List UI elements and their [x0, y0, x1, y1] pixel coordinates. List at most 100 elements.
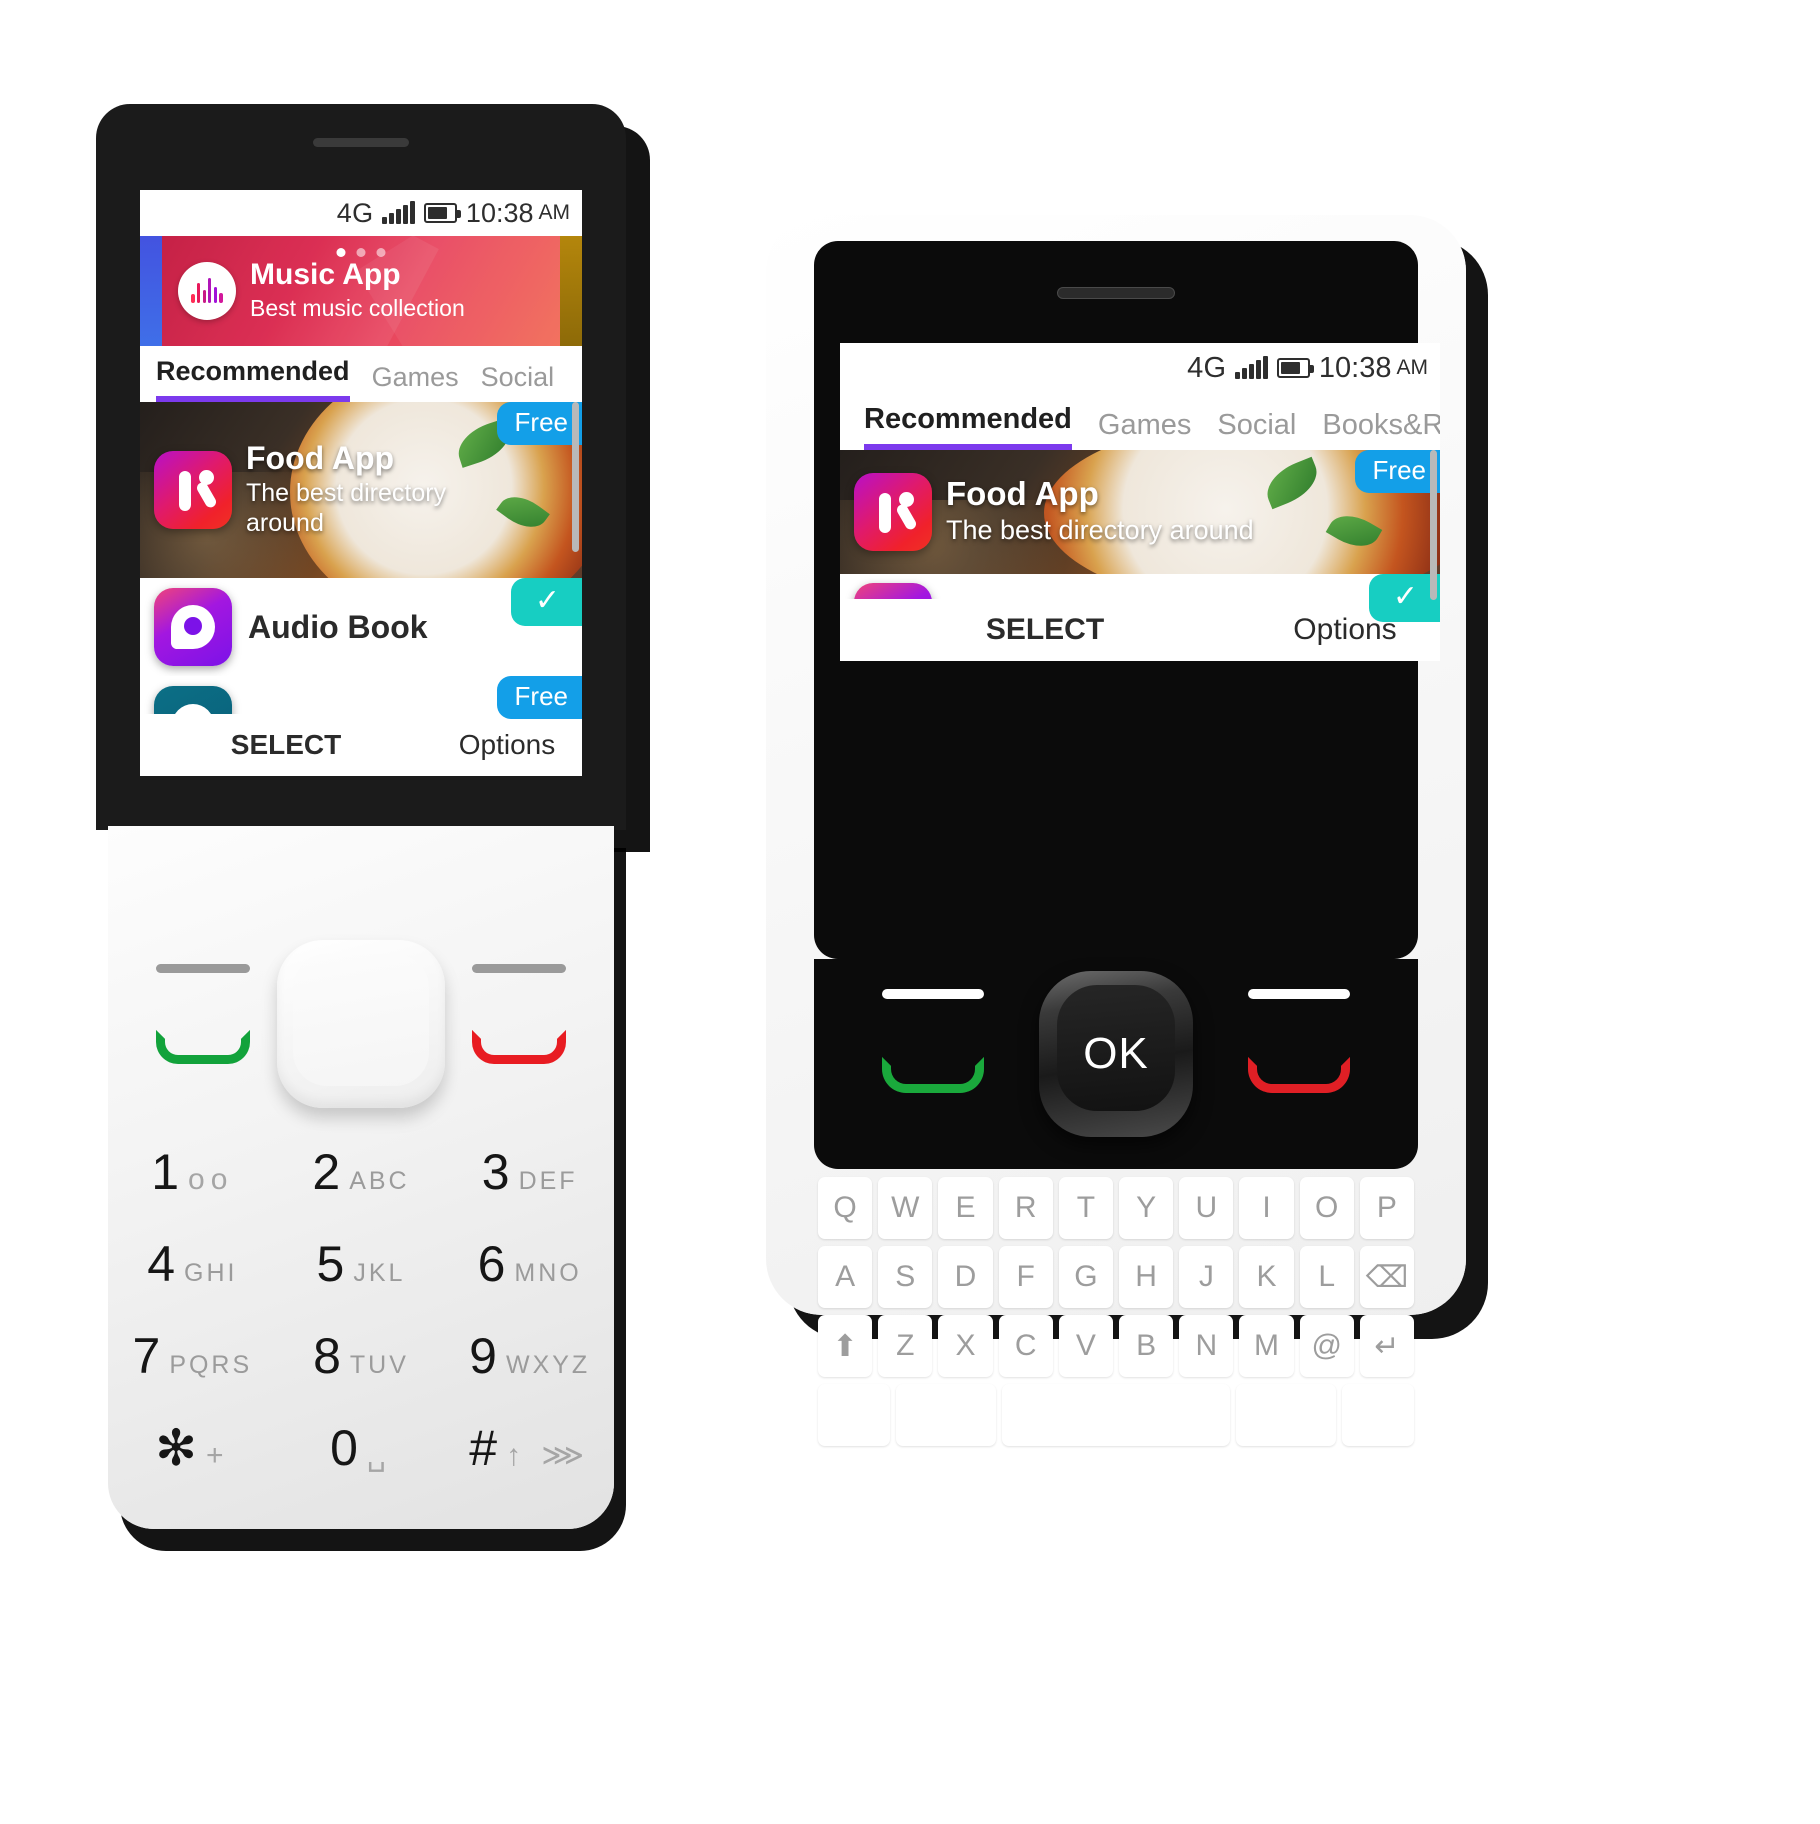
qkey-w[interactable]: W: [878, 1177, 933, 1239]
key-9-letters: WXYZ: [505, 1351, 591, 1379]
key-hash-symbol: ↑ ⋙: [506, 1439, 591, 1472]
softkey-select[interactable]: SELECT: [140, 729, 432, 761]
qkey-z[interactable]: Z: [878, 1315, 933, 1377]
list-item-food-app[interactable]: Free Food App The best directory around: [140, 402, 582, 578]
key-star[interactable]: ✻ +: [108, 1423, 277, 1473]
promo-banner-music-app[interactable]: Music App Best music collection: [162, 236, 560, 346]
qkey-fn-left[interactable]: [818, 1384, 890, 1446]
qkey-c[interactable]: C: [998, 1315, 1053, 1377]
qkey-p[interactable]: P: [1359, 1177, 1415, 1239]
right-softkey-button[interactable]: [472, 964, 566, 973]
status-bar-right: 4G 10:38 AM: [840, 343, 1440, 393]
tab-recommended-right[interactable]: Recommended: [864, 403, 1072, 450]
qkey-u[interactable]: U: [1179, 1177, 1234, 1239]
qkey-l[interactable]: L: [1299, 1246, 1354, 1308]
qkey-m[interactable]: M: [1239, 1315, 1294, 1377]
qkey-d[interactable]: D: [938, 1246, 993, 1308]
qkey-v[interactable]: V: [1058, 1315, 1114, 1377]
key-hash[interactable]: # ↑ ⋙: [445, 1423, 614, 1473]
key-7[interactable]: 7 PQRS: [108, 1331, 277, 1381]
carousel-dot-2[interactable]: [356, 248, 366, 257]
qkey-s[interactable]: S: [878, 1246, 933, 1308]
key-star-symbol: +: [206, 1439, 230, 1472]
carousel-dot-3[interactable]: [376, 248, 386, 257]
end-call-button[interactable]: [472, 1030, 566, 1064]
list-item-food-app-right[interactable]: Free Food App The best directory around: [840, 450, 1440, 574]
left-phone-screen: 4G 10:38 AM Music App Best music collect…: [140, 190, 582, 776]
qkey-at[interactable]: @: [1299, 1315, 1354, 1377]
right-softkey-button-right[interactable]: [1248, 989, 1350, 999]
tab-games-right[interactable]: Games: [1098, 409, 1191, 450]
key-9[interactable]: 9 WXYZ: [445, 1331, 614, 1381]
qkey-symbol-left[interactable]: [895, 1384, 996, 1446]
qkey-x[interactable]: X: [938, 1315, 993, 1377]
qkey-g[interactable]: G: [1058, 1246, 1114, 1308]
promo-carousel[interactable]: Music App Best music collection: [140, 236, 582, 346]
badge-free-right: Free: [1354, 450, 1440, 493]
qkey-n[interactable]: N: [1179, 1315, 1234, 1377]
qkey-fn-right[interactable]: [1342, 1384, 1414, 1446]
tab-social-right[interactable]: Social: [1217, 409, 1296, 450]
qkey-a[interactable]: A: [818, 1246, 873, 1308]
left-softkey-button[interactable]: [156, 964, 250, 973]
key-4[interactable]: 4 GHI: [108, 1239, 277, 1289]
battery-icon-right: [1276, 358, 1314, 378]
carousel-dot-1[interactable]: [336, 248, 346, 257]
list-item-audio-book[interactable]: ✓ Audio Book: [140, 578, 582, 676]
backspace-icon[interactable]: ⌫: [1359, 1246, 1415, 1308]
call-button[interactable]: [156, 1030, 250, 1064]
end-call-button-right[interactable]: [1248, 1057, 1350, 1093]
tab-recommended[interactable]: Recommended: [156, 356, 350, 402]
key-5[interactable]: 5 JKL: [277, 1239, 446, 1289]
left-softkey-button-right[interactable]: [882, 989, 984, 999]
ok-button[interactable]: OK: [1039, 971, 1193, 1137]
tab-social[interactable]: Social: [481, 362, 555, 402]
left-phone-keypad-body: 1 oo 2 ABC 3 DEF 4 GHI 5 JKL 6 MNO 7 PQR…: [108, 826, 614, 1529]
dpad-ok-button[interactable]: [277, 940, 445, 1108]
qkey-k[interactable]: K: [1239, 1246, 1294, 1308]
network-type-label: 4G: [336, 197, 374, 228]
tab-books-reference-right[interactable]: Books&Refe: [1322, 409, 1440, 450]
earpiece-speaker: [313, 138, 409, 147]
key-0[interactable]: 0 ␣: [277, 1423, 446, 1473]
key-8[interactable]: 8 TUV: [277, 1331, 446, 1381]
key-3[interactable]: 3 DEF: [445, 1147, 614, 1197]
qkey-f[interactable]: F: [998, 1246, 1053, 1308]
qkey-h[interactable]: H: [1119, 1246, 1174, 1308]
qkey-b[interactable]: B: [1119, 1315, 1174, 1377]
qkey-y[interactable]: Y: [1119, 1177, 1174, 1239]
key-0-digit: 0: [330, 1420, 358, 1476]
feature-phone-qwerty-device: 4G 10:38 AM Recommended Games Social Boo…: [766, 215, 1466, 1446]
list-scrollbar[interactable]: [572, 402, 579, 552]
qkey-r[interactable]: R: [998, 1177, 1053, 1239]
key-2[interactable]: 2 ABC: [277, 1147, 446, 1197]
call-button-right[interactable]: [882, 1057, 984, 1093]
carousel-dots[interactable]: [336, 248, 386, 257]
key-1[interactable]: 1 oo: [108, 1147, 277, 1197]
key-3-digit: 3: [481, 1144, 510, 1200]
list-scrollbar-right[interactable]: [1430, 450, 1437, 600]
qkey-i[interactable]: I: [1239, 1177, 1294, 1239]
softkey-options[interactable]: Options: [432, 729, 582, 761]
category-tabs-right[interactable]: Recommended Games Social Books&Refe: [840, 393, 1440, 450]
key-hash-digit: #: [469, 1420, 498, 1476]
enter-icon[interactable]: ↵: [1359, 1315, 1415, 1377]
category-tabs[interactable]: Recommended Games Social: [140, 346, 582, 402]
softkey-bar: SELECT Options: [140, 714, 582, 776]
tab-games[interactable]: Games: [372, 362, 459, 402]
battery-icon: [423, 203, 461, 223]
spacebar[interactable]: [1001, 1384, 1231, 1446]
qkey-o[interactable]: O: [1299, 1177, 1354, 1239]
qkey-e[interactable]: E: [938, 1177, 993, 1239]
qkey-symbol-right[interactable]: [1236, 1384, 1337, 1446]
qkey-t[interactable]: T: [1058, 1177, 1114, 1239]
key-star-digit: ✻: [155, 1420, 198, 1476]
softkey-select-right[interactable]: SELECT: [840, 613, 1250, 647]
food-app-k-icon-right: [854, 473, 932, 551]
key-7-letters: PQRS: [169, 1351, 253, 1379]
qkey-j[interactable]: J: [1179, 1246, 1234, 1308]
qkey-q[interactable]: Q: [818, 1177, 873, 1239]
key-6[interactable]: 6 MNO: [445, 1239, 614, 1289]
qwerty-row-1: Q W E R T Y U I O P: [814, 1177, 1418, 1239]
shift-icon[interactable]: ⬆: [818, 1315, 873, 1377]
